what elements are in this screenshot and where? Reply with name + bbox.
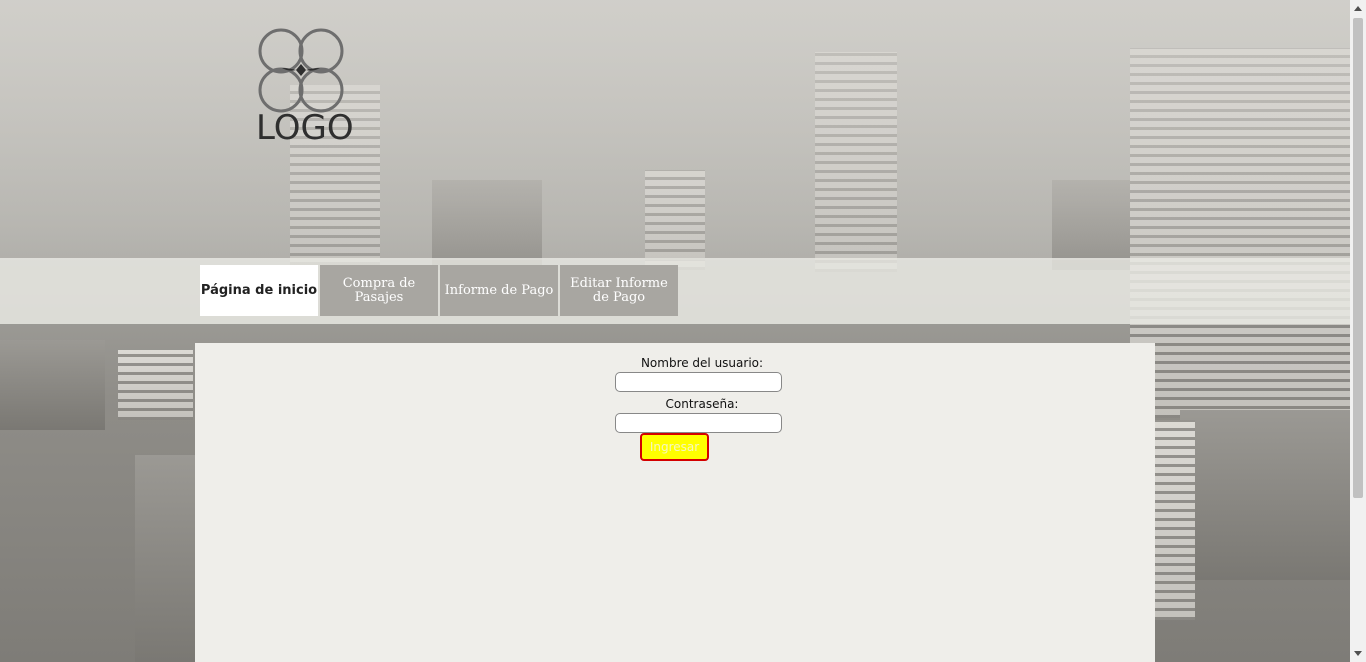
login-submit-button[interactable]: Ingresar: [640, 433, 709, 461]
background-building: [118, 350, 193, 420]
password-label: Contraseña:: [665, 397, 739, 411]
background-building: [135, 455, 195, 662]
content-panel: Nombre del usuario: Contraseña: Ingresar: [195, 343, 1155, 662]
password-input[interactable]: [615, 413, 782, 433]
nav-item-edit-payment-report[interactable]: Editar Informe de Pago: [560, 265, 678, 316]
username-label: Nombre del usuario:: [640, 356, 764, 370]
scroll-down-arrow-icon[interactable]: [1354, 651, 1362, 656]
scrollbar-thumb[interactable]: [1353, 18, 1363, 498]
username-input[interactable]: [615, 372, 782, 392]
nav-item-buy-tickets[interactable]: Compra de Pasajes: [320, 265, 438, 316]
vertical-scrollbar[interactable]: [1350, 0, 1366, 662]
background-building: [1155, 420, 1195, 620]
logo-text: LOGO: [256, 108, 354, 148]
logo: LOGO: [256, 26, 354, 148]
nav-item-home[interactable]: Página de inicio: [200, 265, 318, 316]
background-building: [1180, 410, 1350, 580]
scroll-up-arrow-icon[interactable]: [1354, 6, 1362, 11]
sky-haze: [0, 0, 1366, 260]
page-background: LOGO Página de inicio Compra de Pasajes …: [0, 0, 1366, 662]
logo-mark-icon: [258, 28, 344, 113]
background-building: [0, 340, 105, 430]
nav-item-payment-report[interactable]: Informe de Pago: [440, 265, 558, 316]
login-form: Nombre del usuario: Contraseña:: [615, 356, 785, 438]
main-nav: Página de inicio Compra de Pasajes Infor…: [200, 265, 680, 316]
